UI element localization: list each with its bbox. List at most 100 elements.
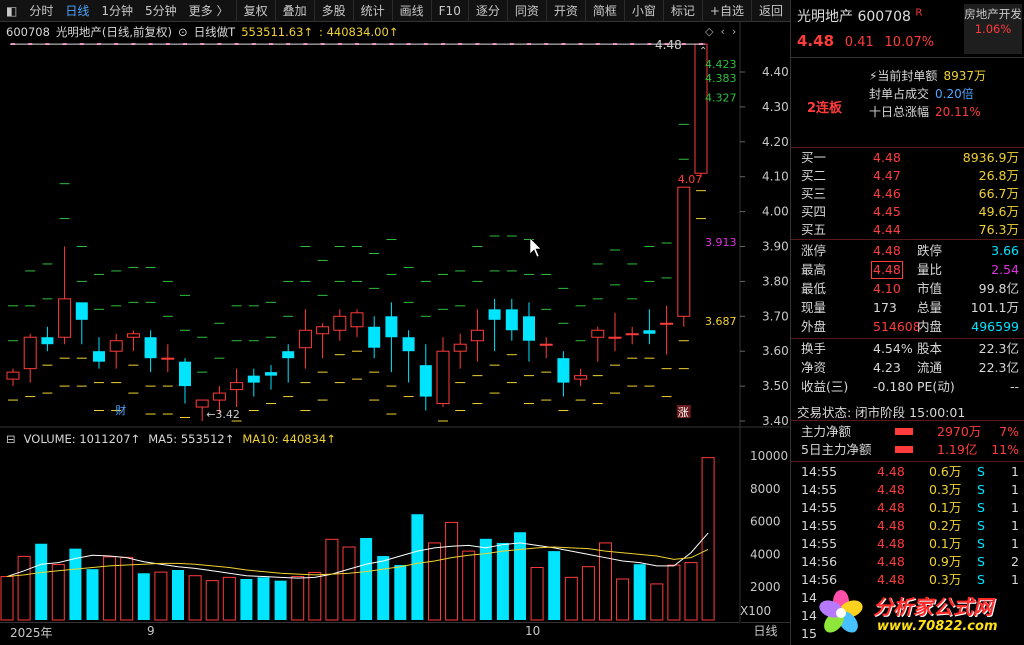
candle-body <box>161 357 175 360</box>
volume-bar <box>240 579 253 620</box>
candle-body <box>230 382 244 391</box>
price-tick-label: 4.30 <box>762 100 789 114</box>
candle <box>625 43 639 387</box>
toolbar-btn-0[interactable]: 复权 <box>235 0 275 22</box>
volume-bar <box>462 550 476 621</box>
diamond-icon[interactable]: ◇ <box>705 25 713 38</box>
candle <box>660 43 674 398</box>
volume-bar <box>428 542 441 621</box>
low-mark-label: ←3.42 <box>206 408 240 421</box>
chevron-right-icon[interactable]: › <box>732 25 736 38</box>
indicator-dropdown-icon[interactable]: ⊙ <box>178 25 188 39</box>
volume-bar <box>51 564 65 621</box>
toolbar-btn-3[interactable]: 统计 <box>352 0 392 22</box>
watermark-title: 分析家公式网 <box>873 595 993 619</box>
tab-more[interactable]: 更多 〉 <box>183 0 235 22</box>
flow-row: 主力净额 2970万 7% <box>791 423 1024 441</box>
stock-flag: R <box>915 7 923 19</box>
tick-time: 14:55 <box>801 482 838 497</box>
tab-1min[interactable]: 1分钟 <box>95 0 139 22</box>
candle <box>402 43 415 398</box>
toolbar-btn-13[interactable]: 返回 <box>750 0 790 22</box>
volume-bar <box>291 576 305 621</box>
ob-volume: 26.8万 <box>978 168 1019 183</box>
kline-canvas[interactable]: 4.40 4.30 4.20 4.10 4.00 3.90 3.80 3.70 3.60 3.50… <box>0 22 790 645</box>
volume-bar <box>684 562 698 621</box>
period-label[interactable]: 日线 <box>741 622 790 640</box>
orderbook-row[interactable]: 买五 4.44 76.3万 <box>791 221 1024 239</box>
stat-value-2: 99.8亿 <box>978 281 1019 296</box>
candle <box>557 43 570 412</box>
orderbook-row[interactable]: 买二 4.47 26.8万 <box>791 167 1024 185</box>
ob-price: 4.47 <box>873 168 901 183</box>
volume-tick-label: 10000 <box>750 449 788 463</box>
stat-label-2: 市值 <box>917 281 943 296</box>
toolbar-btn-7[interactable]: 同资 <box>506 0 546 22</box>
price-line: 4.48 0.41 10.07% <box>797 32 934 50</box>
chevron-left-icon[interactable]: ‹ <box>720 25 724 38</box>
orderbook-row[interactable]: 买四 4.45 49.6万 <box>791 203 1024 221</box>
stats-divider <box>791 239 1024 240</box>
tick-price: 4.48 <box>877 518 905 533</box>
toolbar-btn-5[interactable]: F10 <box>430 0 468 22</box>
limit-prev-label: 4.07 <box>678 173 703 186</box>
stat-row: 最低 4.10 市值 99.8亿 <box>791 280 1024 298</box>
toolbar-btn-4[interactable]: 画线 <box>391 0 431 22</box>
toolbar-btn-10[interactable]: 小窗 <box>623 0 663 22</box>
price-tick-label: 3.70 <box>762 309 789 323</box>
orderbook-row[interactable]: 买一 4.48 8936.9万 <box>791 149 1024 167</box>
stat-label-2: 内盘 <box>917 319 943 334</box>
panel-toggle-icon[interactable]: ◧ <box>0 0 23 22</box>
tick-time: 14:55 <box>801 464 838 479</box>
volume-bar <box>701 457 715 621</box>
flow-pct: 11% <box>991 442 1019 457</box>
candle-body <box>350 312 364 328</box>
candle <box>591 43 605 405</box>
candle <box>333 43 347 384</box>
volume-bar <box>548 551 561 620</box>
tick-row: 14:55 4.48 0.1万 S 1 <box>791 535 1024 553</box>
candle <box>126 43 140 394</box>
collapse-icon[interactable]: ⊟ <box>6 432 16 446</box>
fin-marker: 财 <box>115 403 126 417</box>
flow-row: 5日主力净额 1.19亿 11% <box>791 441 1024 459</box>
toolbar-btn-2[interactable]: 多股 <box>313 0 353 22</box>
volume-bar <box>445 521 459 621</box>
toolbar-btn-9[interactable]: 简框 <box>584 0 624 22</box>
ma5-value: MA5: 553512↑ <box>148 432 235 446</box>
stats2-divider <box>791 338 1024 339</box>
toolbar-actions: 复权 叠加 多股 统计 画线 F10 逐分 同资 开资 简框 小窗 标记 +自选 返回 <box>235 0 790 22</box>
candle <box>282 43 295 398</box>
tick-side: S <box>977 518 985 533</box>
kline-chart[interactable]: 4.40 4.30 4.20 4.10 4.00 3.90 3.80 3.70 3.60 3.50… <box>0 22 790 645</box>
toolbar-btn-8[interactable]: 开资 <box>545 0 585 22</box>
indicator-name[interactable]: 日线做T <box>194 24 236 40</box>
candle <box>470 43 484 405</box>
sector-name: 房地产开发 <box>964 7 1022 21</box>
tick-volume: 0.9万 <box>929 554 962 569</box>
candle-body <box>144 337 157 359</box>
toolbar-btn-11[interactable]: 标记 <box>662 0 702 22</box>
candle <box>368 43 381 401</box>
tick-time: 14:56 <box>801 554 838 569</box>
tab-5min[interactable]: 5分钟 <box>139 0 183 22</box>
tick-side: S <box>977 554 985 569</box>
candle <box>436 43 450 422</box>
toolbar-btn-1[interactable]: 叠加 <box>274 0 314 22</box>
tick-volume: 0.2万 <box>929 518 962 533</box>
seal-label: 封单占成交 <box>869 87 930 101</box>
sector-box[interactable]: 房地产开发 1.06% <box>964 4 1022 54</box>
tab-intraday[interactable]: 分时 <box>23 0 59 22</box>
tick-side: S <box>977 482 985 497</box>
ob-volume: 76.3万 <box>978 222 1019 237</box>
candle <box>453 43 467 412</box>
toolbar-btn-6[interactable]: 逐分 <box>467 0 507 22</box>
candle-body <box>212 392 226 401</box>
toolbar-btn-12[interactable]: +自选 <box>701 0 751 22</box>
candle <box>298 43 312 412</box>
tick-count: 1 <box>1011 518 1019 533</box>
orderbook-row[interactable]: 买三 4.46 66.7万 <box>791 185 1024 203</box>
tab-daily[interactable]: 日线 <box>59 0 95 22</box>
ob-volume: 49.6万 <box>978 204 1019 219</box>
chart-stock-name: 光明地产(日线,前复权) <box>55 25 173 39</box>
